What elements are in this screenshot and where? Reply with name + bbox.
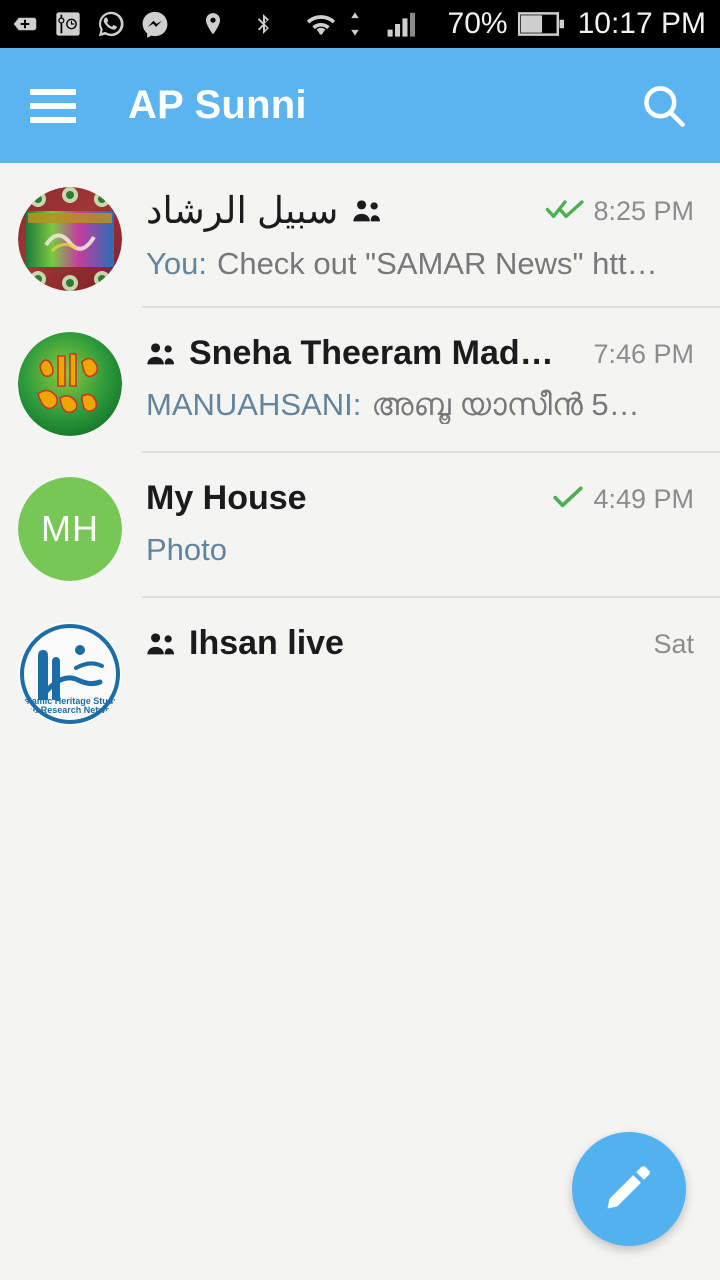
chat-list-item[interactable]: Islamic Heritage Study And Research Netw…	[0, 598, 720, 728]
chat-list: سبيل الرشاد 8:25 PM You: Check out "SAMA…	[0, 163, 720, 728]
chat-list-item[interactable]: سبيل الرشاد 8:25 PM You: Check out "SAMA…	[0, 163, 720, 308]
avatar: MH	[18, 477, 122, 581]
hamburger-menu-icon[interactable]	[30, 88, 76, 123]
hamburger-bar	[30, 116, 76, 123]
chat-preview: You: Check out "SAMAR News" htt…	[146, 246, 694, 282]
chat-preview: MANUAHSANI: അബൂ യാസീൻ 5…	[146, 387, 694, 424]
chat-row-content: Sneha Theeram Mad… 7:46 PM MANUAHSANI: അ…	[146, 324, 696, 424]
chat-meta: 4:49 PM	[552, 482, 694, 515]
chat-timestamp: 4:49 PM	[593, 484, 694, 514]
read-receipt-double-check-icon	[546, 196, 585, 227]
chat-row-header: سبيل الرشاد 8:25 PM	[146, 189, 694, 232]
chat-timestamp: Sat	[653, 629, 694, 659]
chat-preview: Photo	[146, 532, 694, 568]
preview-text: Check out "SAMAR News" htt…	[216, 246, 658, 281]
preview-text: Photo	[146, 532, 228, 567]
chat-list-item[interactable]: MH My House 4:49 PM Photo	[0, 453, 720, 598]
app-bar: AP Sunni	[0, 48, 720, 163]
status-bar-clock: 10:17 PM	[577, 7, 706, 40]
status-bar-notification-icons	[10, 8, 420, 40]
chat-row-content: My House 4:49 PM Photo	[146, 469, 696, 568]
ihsan-logo-avatar: Islamic Heritage Study And Research Netw…	[18, 622, 122, 726]
whatsapp-chats-screen: 70% 10:17 PM AP Sunni سبيل الرشاد 8:25 P…	[0, 0, 720, 1280]
cellular-signal-icon	[386, 10, 420, 38]
sent-receipt-check-icon	[552, 484, 584, 515]
preview-text: അബൂ യാസീൻ 5…	[371, 387, 640, 422]
data-transfer-arrows-icon	[348, 10, 362, 38]
chat-meta: 8:25 PM	[546, 194, 694, 227]
chat-row-header: Ihsan live Sat	[146, 624, 694, 663]
chat-title-wrap: My House	[146, 479, 534, 518]
compose-fab-button[interactable]	[572, 1132, 686, 1246]
chat-row-header: My House 4:49 PM	[146, 479, 694, 518]
chat-title: Sneha Theeram Mad…	[189, 334, 554, 372]
chat-title-wrap: Sneha Theeram Mad…	[146, 334, 575, 373]
chat-row-content: سبيل الرشاد 8:25 PM You: Check out "SAMA…	[146, 179, 696, 282]
chat-row-header: Sneha Theeram Mad… 7:46 PM	[146, 334, 694, 373]
location-pin-icon	[200, 8, 226, 40]
battery-percent-label: 70%	[447, 7, 508, 40]
chat-meta: 7:46 PM	[593, 337, 694, 370]
svg-text:And Research Network: And Research Network	[21, 705, 121, 715]
hamburger-bar	[30, 88, 76, 95]
group-icon	[352, 199, 384, 223]
avatar: Islamic Heritage Study And Research Netw…	[18, 622, 122, 726]
avatar	[18, 332, 122, 436]
avatar	[18, 187, 122, 291]
add-tag-icon	[10, 9, 40, 39]
group-icon	[146, 342, 178, 366]
chat-meta: Sat	[653, 627, 694, 660]
chat-title: سبيل الرشاد	[146, 190, 339, 231]
status-bar: 70% 10:17 PM	[0, 0, 720, 48]
search-icon[interactable]	[636, 78, 692, 134]
messenger-icon	[140, 9, 170, 39]
chat-row-content: Ihsan live Sat	[146, 614, 696, 663]
hamburger-bar	[30, 102, 76, 109]
whatsapp-icon	[96, 9, 126, 39]
avatar-initials: MH	[18, 477, 122, 581]
bluetooth-icon	[252, 8, 276, 40]
wifi-icon	[304, 11, 338, 37]
chat-title: My House	[146, 479, 307, 517]
clock-settings-icon	[54, 9, 82, 39]
page-title: AP Sunni	[128, 83, 307, 127]
preview-sender: You:	[146, 246, 207, 281]
chat-title-wrap: سبيل الرشاد	[146, 189, 528, 232]
chat-title: Ihsan live	[189, 624, 344, 662]
chat-title-wrap: Ihsan live	[146, 624, 635, 663]
battery-icon	[517, 9, 564, 39]
sabeel-al-rashad-avatar	[18, 187, 122, 291]
chat-timestamp: 7:46 PM	[593, 339, 694, 369]
preview-sender: MANUAHSANI:	[146, 387, 362, 422]
group-icon	[146, 632, 178, 656]
hubbu-rasool-avatar	[18, 332, 122, 436]
status-bar-system-info: 70% 10:17 PM	[448, 7, 706, 41]
chat-list-item[interactable]: Sneha Theeram Mad… 7:46 PM MANUAHSANI: അ…	[0, 308, 720, 453]
compose-pencil-icon	[601, 1159, 657, 1220]
chat-timestamp: 8:25 PM	[593, 196, 694, 226]
